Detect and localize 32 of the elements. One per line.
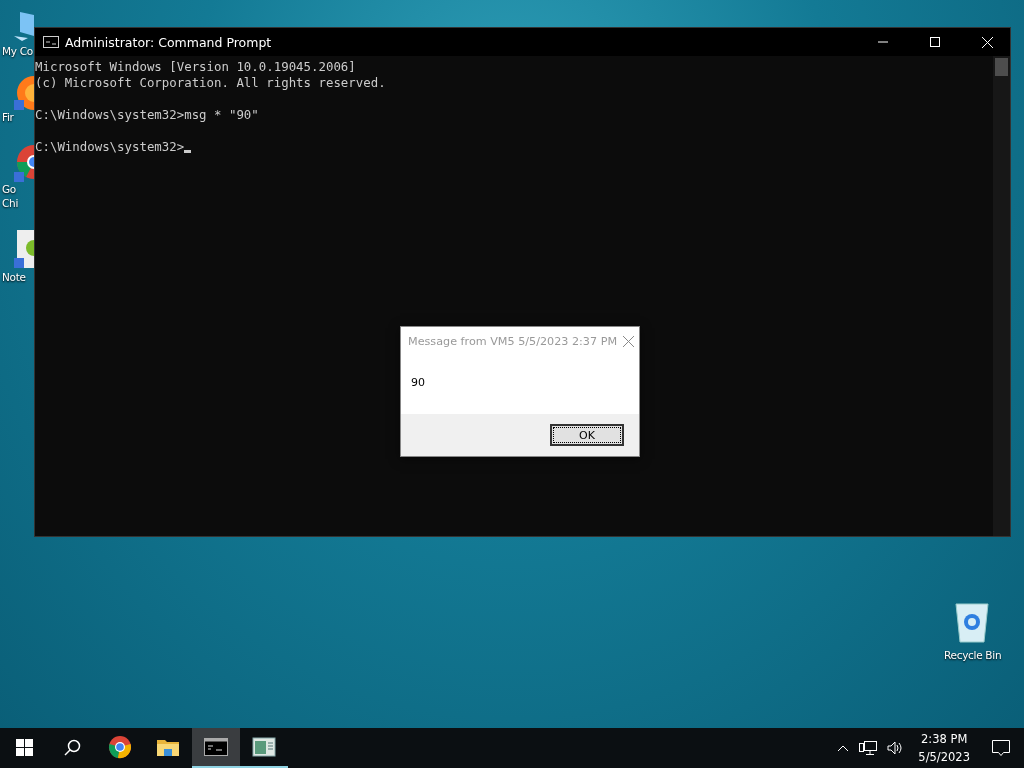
scrollbar[interactable] bbox=[993, 56, 1010, 536]
minimize-icon bbox=[878, 41, 888, 43]
notepad-icon bbox=[252, 737, 276, 757]
icon-label: Chi bbox=[1, 196, 18, 210]
icon-label: Go bbox=[1, 182, 16, 196]
console-line: C:\Windows\system32>msg * "90" bbox=[35, 107, 259, 123]
close-icon bbox=[981, 36, 993, 48]
search-icon bbox=[63, 738, 81, 756]
console-line: C:\Windows\system32> bbox=[35, 139, 185, 155]
close-icon bbox=[622, 335, 634, 347]
icon-label: My Co bbox=[1, 44, 33, 58]
icon-label: Note bbox=[1, 270, 26, 284]
window-title: Administrator: Command Prompt bbox=[65, 34, 273, 50]
icon-label: Recycle Bin bbox=[943, 648, 1002, 662]
maximize-icon bbox=[930, 37, 940, 47]
console-line: (c) Microsoft Corporation. All rights reserved. bbox=[35, 75, 386, 91]
console-icon bbox=[43, 36, 59, 48]
notepad-icon bbox=[14, 228, 34, 270]
folder-icon bbox=[156, 737, 180, 757]
chrome-icon bbox=[108, 735, 132, 759]
computer-icon bbox=[14, 10, 34, 44]
console-line: Microsoft Windows [Version 10.0.19045.2006] bbox=[35, 59, 356, 75]
icon-label: Fir bbox=[1, 110, 14, 124]
windows-logo-icon bbox=[15, 738, 33, 756]
message-text: 90 bbox=[411, 376, 425, 389]
taskbar-app[interactable] bbox=[192, 728, 240, 768]
browser-icon bbox=[14, 142, 34, 182]
dialog-title: Message from VM5 5/5/2023 2:37 PM bbox=[408, 334, 618, 348]
ok-button[interactable]: OK bbox=[550, 424, 624, 446]
console-icon bbox=[204, 738, 228, 756]
browser-icon bbox=[14, 76, 34, 110]
clock[interactable]: 2:38 PM 5/5/2023 bbox=[908, 730, 980, 766]
